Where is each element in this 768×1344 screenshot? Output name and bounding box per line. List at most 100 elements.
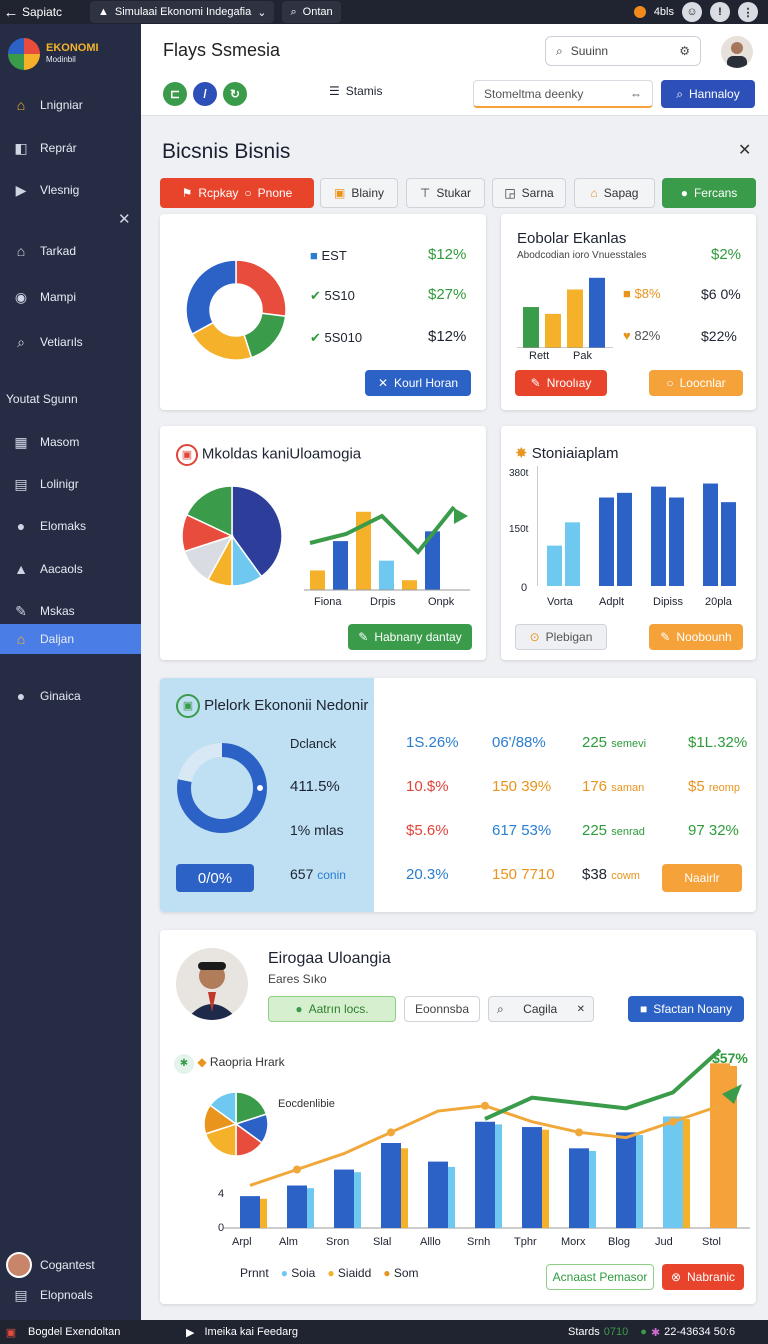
bottom-left-label: Bogdel Exendoltan (28, 1326, 121, 1338)
bar-secondary (401, 1148, 408, 1228)
sidebar-section-title: Youtat Sgunn (6, 392, 78, 406)
sidebar-item-tasks[interactable]: ✎ Mskas (0, 596, 141, 626)
top-search[interactable]: ⌕ Ontan (282, 1, 341, 23)
table-cell: 1% mlas (290, 822, 344, 838)
alert-icon[interactable]: ! (710, 2, 730, 22)
search-input[interactable]: ⌕ Suuinn ⚙ (545, 36, 701, 66)
bar (617, 492, 632, 586)
primary-button[interactable]: ⌕ Hannaloy (661, 80, 755, 108)
bar (428, 1161, 448, 1228)
profile-icon[interactable]: ☺ (682, 2, 702, 22)
browser-tab[interactable]: ▲ Simulaai Ekonomi Indegafia ⌄ (90, 1, 275, 23)
card-action-button[interactable]: ✕ Kourl Horan (365, 370, 471, 396)
table-cell: saman (611, 782, 645, 794)
x-label: Pak (573, 350, 592, 362)
x-label: Slal (373, 1236, 392, 1248)
stat-value: $6 0% (701, 286, 741, 302)
tab-stukar[interactable]: ⊤ Stukar (406, 178, 485, 208)
legend-dot-icon: ● (327, 1266, 335, 1280)
menu-icon[interactable]: ⋮ (738, 2, 758, 22)
tab-sarna[interactable]: ◲ Sarna (492, 178, 566, 208)
app-icon: ▣ (5, 1326, 17, 1339)
sidebar-item-access[interactable]: ▲ Aacaols (0, 554, 141, 584)
card-action-button[interactable]: ⊗ Nabranic (662, 1264, 744, 1290)
badge-icon: ▣ (176, 444, 198, 466)
bottom-bar: ▣ Bogdel Exendoltan ▶ Imeika kai Feedarg… (0, 1320, 768, 1344)
card-action-button[interactable]: Naairlr (662, 864, 742, 892)
pen-icon[interactable]: / (193, 82, 217, 106)
orange-point (293, 1165, 301, 1174)
primary-button[interactable]: ■ Sfactan Noany (628, 996, 744, 1022)
search-icon: ⌕ (676, 86, 684, 101)
sidebar-item-ginaica[interactable]: ● Ginaica (0, 681, 141, 711)
sidebar-item-daljan[interactable]: ⌂ Daljan (0, 624, 141, 654)
chip-label: Stukar (436, 186, 472, 200)
table-cell: Dclanck (290, 736, 337, 751)
diamond-icon: ◆ (197, 1055, 207, 1069)
tab-sapag[interactable]: ⌂ Sapag (574, 178, 655, 208)
sidebar-item-home[interactable]: ⌂ Lnigniar (0, 90, 141, 120)
sidebar-item-footer[interactable]: ▤ Elopnoals (0, 1280, 141, 1310)
table-cell: reomp (708, 782, 741, 794)
stat-pct: $8% (634, 286, 661, 301)
table-cell: cowm (611, 870, 640, 882)
grid-icon: ▦ (14, 433, 28, 450)
sidebar-user-label: Cogantest (40, 1258, 95, 1272)
status-indicator[interactable]: ☰ Stamis (329, 84, 382, 98)
gear-icon[interactable]: ⚙ (679, 44, 690, 58)
tab-recap[interactable]: ⚑ Rcpkay ○ Pnone (160, 178, 314, 208)
avatar (6, 1252, 32, 1278)
gauge-badge[interactable]: 0/0% (176, 864, 254, 892)
sidebar-item-users[interactable]: ● Elomaks (0, 511, 141, 541)
sidebar-item-map[interactable]: ◉ Mampi (0, 282, 141, 312)
sidebar-item-masom[interactable]: ▦ Masom (0, 427, 141, 457)
sidebar-item-view[interactable]: ▶ Vlesnig (0, 175, 141, 205)
card-action-button[interactable]: ✎ Nroolıay (515, 370, 607, 396)
filter-select[interactable]: Stomeltma deenky ⇔ (473, 80, 653, 108)
button-label: Nabranic (687, 1270, 736, 1284)
bar (475, 1121, 495, 1228)
card-action-button[interactable]: ○ Loocnlar (649, 370, 743, 396)
tab-fercans[interactable]: ● Fercans (662, 178, 756, 208)
legend-label: Soia (291, 1266, 316, 1280)
logo[interactable]: EKONOMI Modinbil (0, 24, 141, 84)
card-action-button[interactable]: ✎ Noobounh (649, 624, 743, 650)
bar (545, 313, 561, 348)
home-icon: ⌂ (16, 631, 26, 647)
top-bar: ← Sapiatc ▲ Simulaai Ekonomi Indegafia ⌄… (0, 0, 768, 24)
bar (567, 289, 583, 348)
search-input[interactable]: ⌕ Cagila ✕ (488, 996, 594, 1022)
card-action-button[interactable]: ⊙ Plebigan (515, 624, 607, 650)
refresh-icon[interactable]: ↻ (223, 82, 247, 106)
filter-chip[interactable]: Eoonnsba (404, 996, 480, 1022)
avatar[interactable] (721, 36, 753, 68)
tab-blainy[interactable]: ▣ Blainy (320, 178, 398, 208)
stat-value: $22% (701, 328, 737, 344)
table-cell: senrad (611, 826, 645, 838)
filter-chip[interactable]: ● Aatrın locs. (268, 996, 396, 1022)
card-title: Plelork Ekononii Nedonir (204, 696, 369, 714)
chat-icon: ● (680, 186, 688, 200)
card-action-button[interactable]: Acnaast Pemasor (546, 1264, 654, 1290)
sidebar-item-report[interactable]: ◧ Reprár (0, 133, 141, 163)
close-icon[interactable]: ✕ (118, 210, 131, 228)
bottom-clock: 22-43634 50:6 (664, 1326, 736, 1338)
notification-count: 4bls (653, 6, 674, 18)
logo-subtitle: Modinbil (46, 55, 76, 64)
sidebar-item-search[interactable]: ⌕ Vetiarıls (0, 327, 141, 357)
donut-chart (185, 259, 287, 361)
sidebar-item-listing[interactable]: ▤ Lolinigr (0, 469, 141, 499)
bar (334, 1169, 354, 1228)
x-label: Srnh (467, 1236, 491, 1248)
sidebar-item-task[interactable]: ⌂ Tarkad (0, 236, 141, 266)
close-icon[interactable]: ✕ (738, 140, 751, 160)
stats-icon[interactable]: ⊏ (163, 82, 187, 106)
table-cell: 657 (290, 866, 314, 882)
x-label: Adplt (599, 596, 625, 608)
play-icon: ▶ (186, 1326, 195, 1339)
back-arrow-icon[interactable]: ← (0, 4, 22, 21)
person-icon (727, 42, 747, 68)
chart-icon: ◲ (504, 186, 516, 200)
sidebar-user[interactable]: Cogantest (6, 1252, 95, 1278)
card-action-button[interactable]: ✎ Habnany dantay (348, 624, 472, 650)
